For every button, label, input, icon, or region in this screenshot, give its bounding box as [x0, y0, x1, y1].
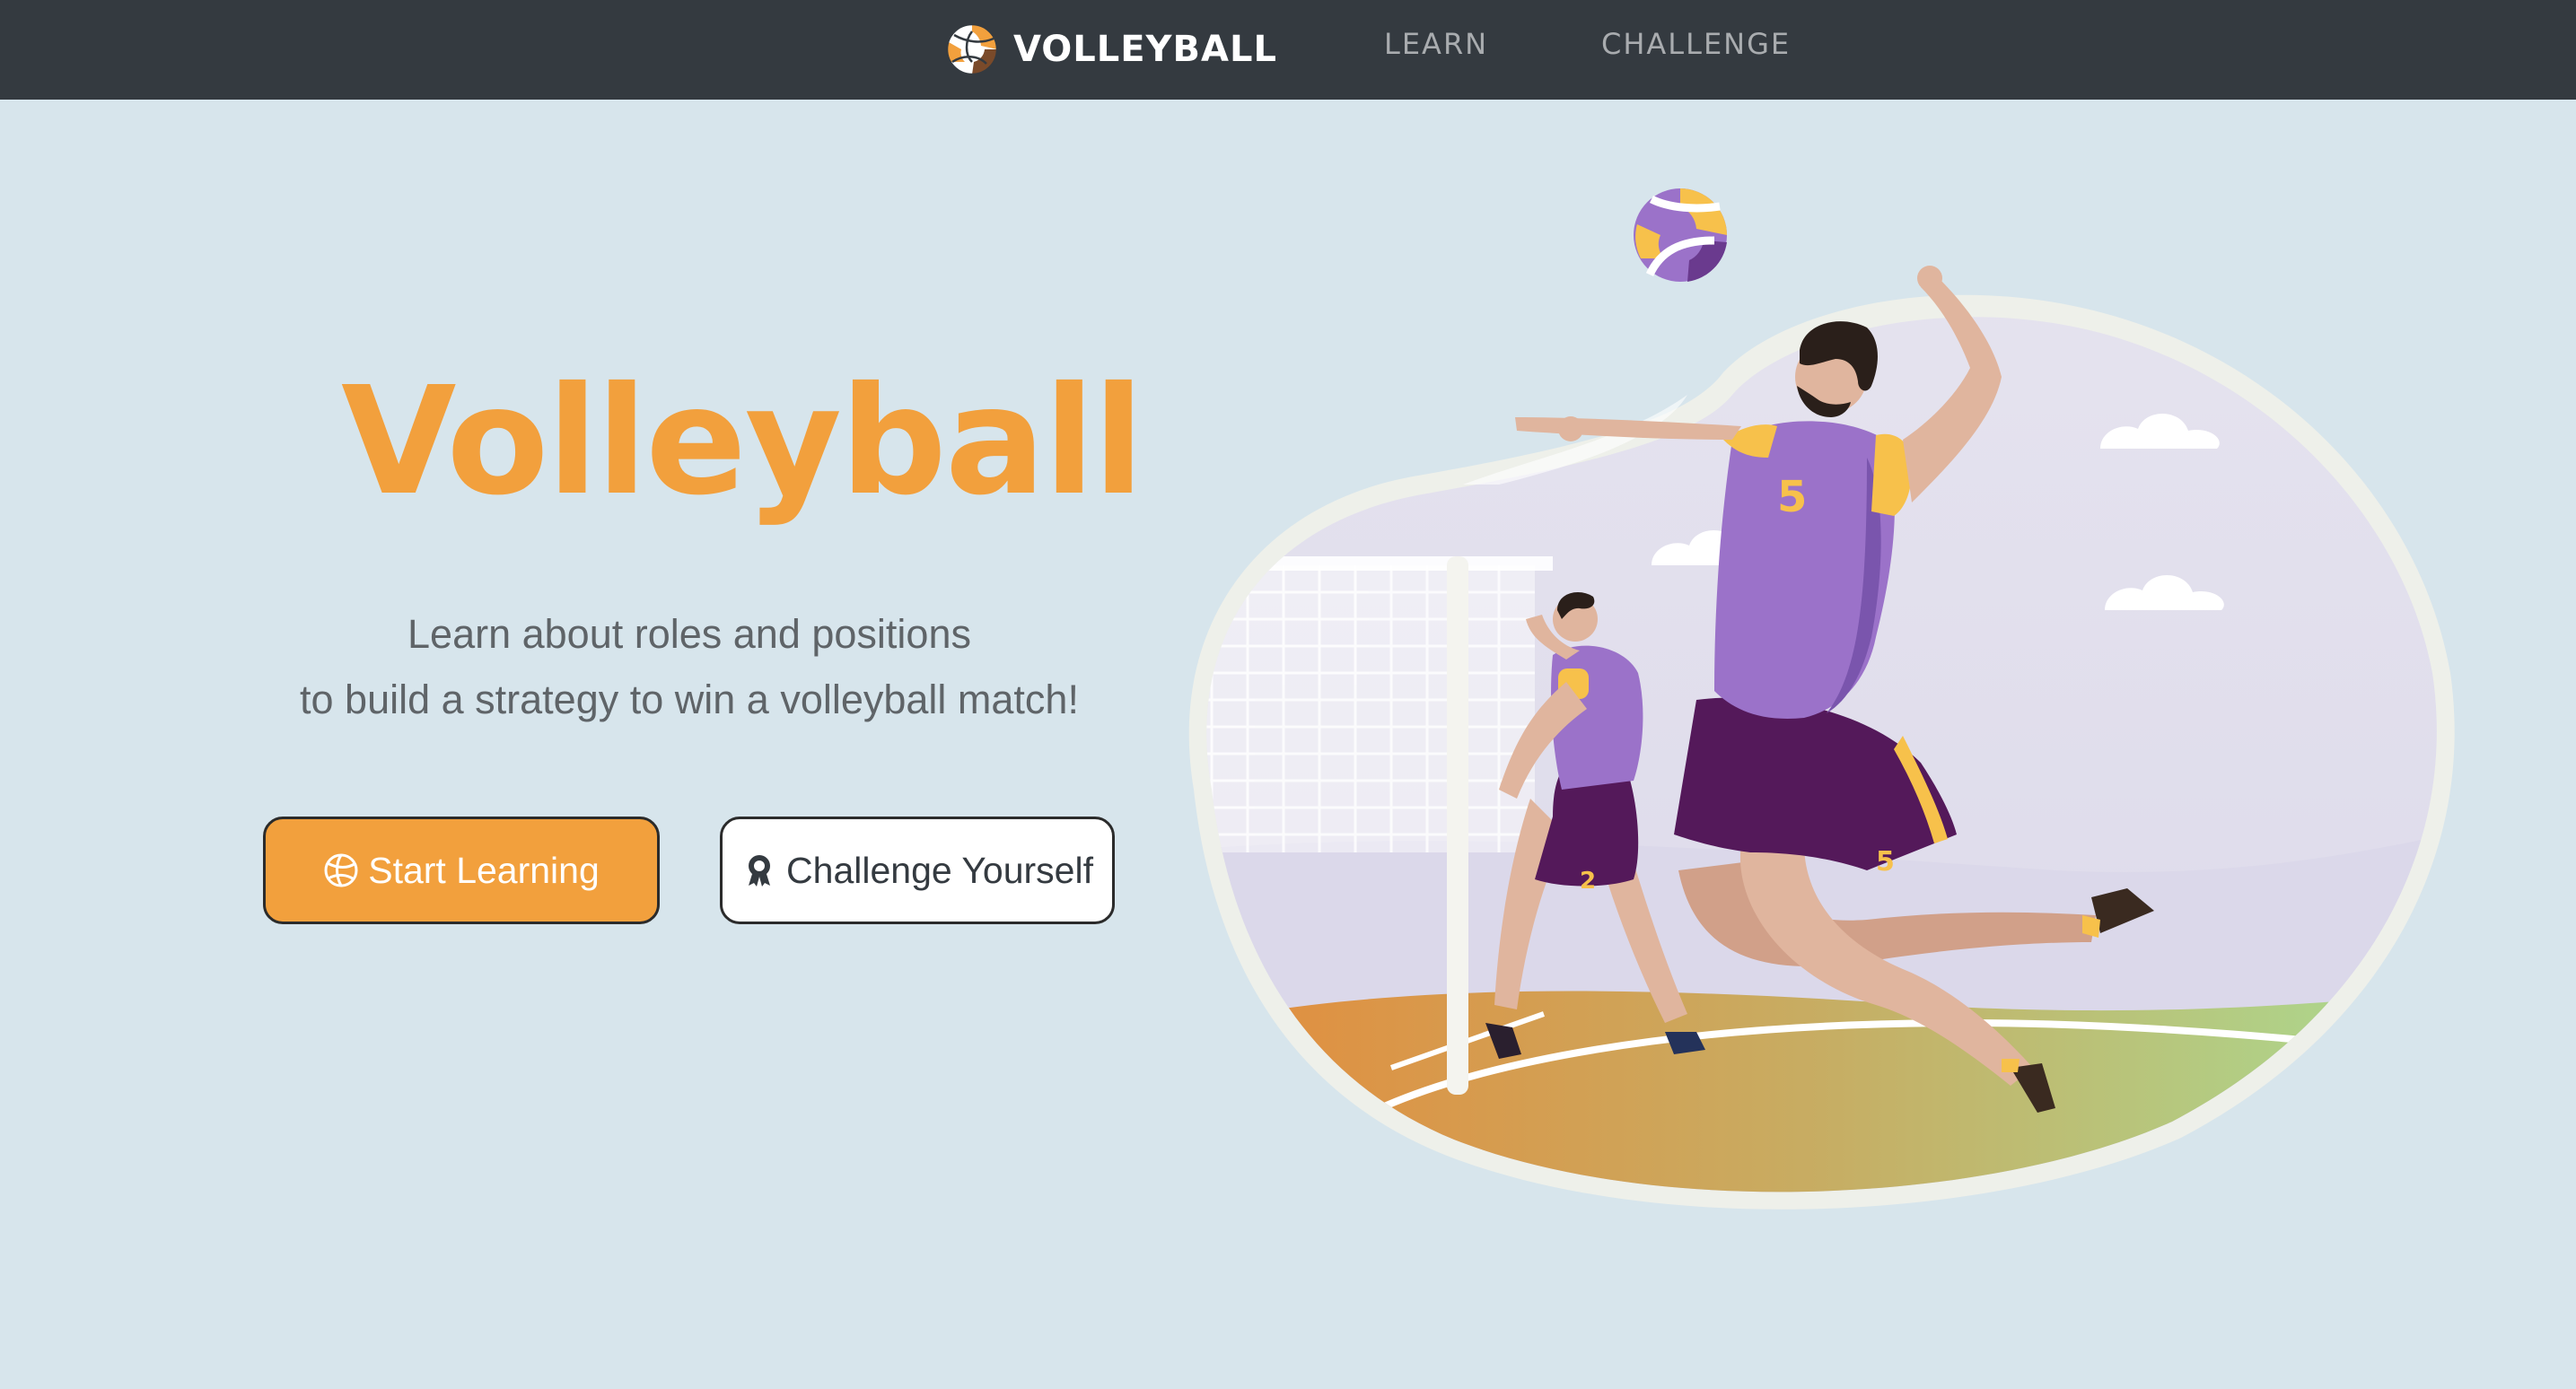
hero-title: Volleyball — [341, 355, 1144, 529]
nav-challenge-link[interactable]: CHALLENGE — [1601, 27, 1791, 61]
start-learning-button[interactable]: Start Learning — [263, 817, 660, 924]
challenge-yourself-button[interactable]: Challenge Yourself — [720, 817, 1115, 924]
player-back-number: 2 — [1580, 868, 1596, 895]
net-pole — [1447, 556, 1468, 1095]
player-front-shorts-number: 5 — [1876, 846, 1895, 878]
hero-subtitle-line-2: to build a strategy to win a volleyball … — [300, 677, 1079, 722]
brand-link[interactable]: VOLLEYBALL — [945, 20, 1277, 79]
brand-text: VOLLEYBALL — [1013, 29, 1277, 70]
nav-learn-link[interactable]: LEARN — [1384, 27, 1488, 61]
challenge-yourself-label: Challenge Yourself — [786, 849, 1093, 891]
volleyball-logo-icon — [945, 22, 999, 76]
navbar: VOLLEYBALL LEARN CHALLENGE — [0, 0, 2576, 100]
start-learning-label: Start Learning — [368, 849, 600, 891]
volleyball-icon — [324, 853, 358, 887]
hero-subtitle-line-1: Learn about roles and positions — [407, 611, 971, 657]
volleyball-ball — [1634, 188, 1727, 282]
hero-subtitle: Learn about roles and positions to build… — [241, 601, 1138, 732]
award-icon — [749, 855, 771, 887]
volleyball-illustration: 2 5 5 — [1188, 188, 2455, 1210]
player-front-jersey-number: 5 — [1777, 472, 1807, 522]
